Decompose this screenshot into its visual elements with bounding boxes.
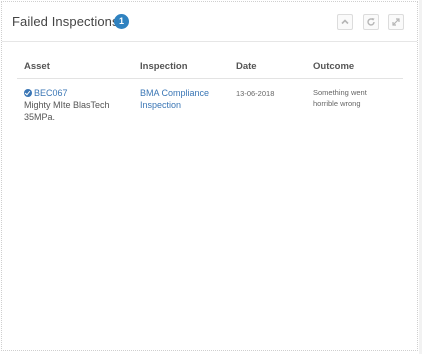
expand-icon bbox=[392, 18, 400, 26]
table-header: Asset Inspection Date Outcome bbox=[17, 57, 403, 79]
failed-inspections-table: Asset Inspection Date Outcome BEC067 Mig… bbox=[17, 57, 403, 137]
count-badge: 1 bbox=[114, 14, 129, 29]
asset-name: Mighty MIte BlasTech 35MPa. bbox=[24, 100, 110, 122]
column-header-inspection: Inspection bbox=[140, 61, 188, 72]
refresh-icon bbox=[367, 18, 375, 26]
column-header-outcome: Outcome bbox=[313, 61, 355, 72]
table-row: BEC067 Mighty MIte BlasTech 35MPa. BMA C… bbox=[17, 79, 403, 137]
asset-check-icon bbox=[24, 89, 32, 97]
asset-code[interactable]: BEC067 bbox=[34, 88, 68, 98]
expand-button[interactable] bbox=[388, 14, 404, 30]
failed-inspections-widget: Failed Inspections 1 Asset Inspection Da… bbox=[1, 1, 418, 351]
inspection-outcome: Something went horrible wrong bbox=[313, 88, 367, 108]
widget-header: Failed Inspections 1 bbox=[2, 2, 417, 42]
inspection-link[interactable]: BMA Compliance Inspection bbox=[140, 87, 225, 111]
chevron-up-icon bbox=[341, 19, 349, 25]
asset-cell: BEC067 Mighty MIte BlasTech 35MPa. bbox=[24, 87, 134, 123]
refresh-button[interactable] bbox=[363, 14, 379, 30]
column-header-asset: Asset bbox=[24, 61, 50, 72]
widget-title: Failed Inspections bbox=[12, 14, 119, 29]
collapse-button[interactable] bbox=[337, 14, 353, 30]
inspection-date: 13-06-2018 bbox=[236, 89, 275, 98]
asset-link[interactable]: BEC067 bbox=[24, 87, 134, 99]
column-header-date: Date bbox=[236, 61, 257, 72]
